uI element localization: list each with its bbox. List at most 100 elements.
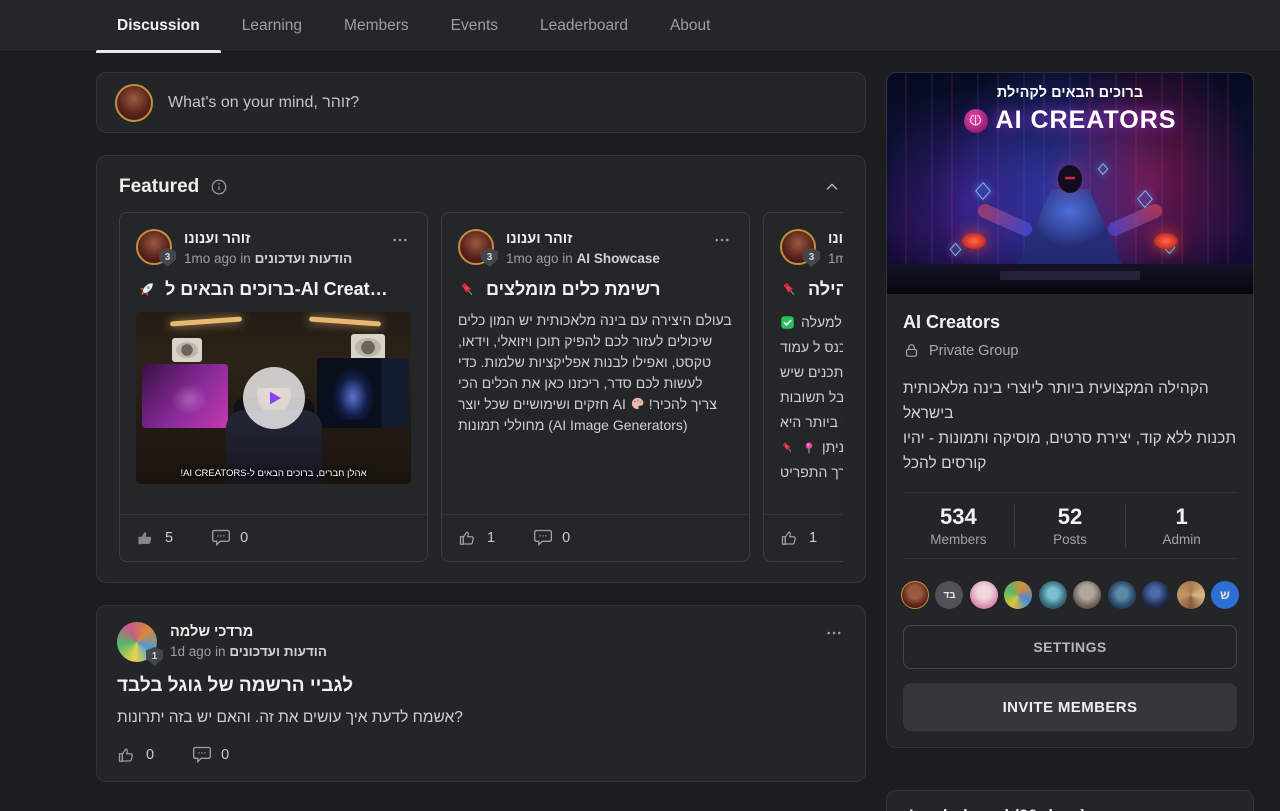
- member-avatar[interactable]: [1039, 581, 1067, 609]
- post-composer[interactable]: What's on your mind, זוהר?: [96, 72, 866, 133]
- post-title[interactable]: לגביי הרשמה של גוגל בלבד: [117, 675, 845, 697]
- stat-posts[interactable]: 52 Posts: [1014, 504, 1126, 547]
- member-avatars-row: בד ש: [887, 567, 1253, 623]
- body-line: בה ביותר היא: [780, 410, 843, 435]
- author-avatar[interactable]: 1: [117, 622, 157, 662]
- banner-welcome-text: ברוכים הבאים לקהילת: [887, 85, 1253, 101]
- post-meta: 1d ago in הודעות ועדכונים: [170, 642, 810, 661]
- card-title-text: קהילה: [808, 279, 843, 300]
- author-name[interactable]: זוהר וענונו: [184, 229, 377, 249]
- member-avatar[interactable]: [1142, 581, 1170, 609]
- member-avatar[interactable]: [1108, 581, 1136, 609]
- play-button-icon[interactable]: [243, 367, 305, 429]
- card-menu-dots-icon[interactable]: [389, 229, 411, 251]
- featured-card-tools[interactable]: 3 זוהר וענונו 1mo ago in AI Showcase רשי…: [441, 212, 750, 562]
- card-title: ברוכים הבאים ל-AI Creat…: [136, 279, 411, 300]
- settings-button[interactable]: SETTINGS: [903, 625, 1237, 669]
- card-title: רשימת כלים מומלצים: [458, 279, 733, 300]
- body-line: למעלה ?: [801, 310, 843, 335]
- level-badge: 3: [159, 248, 176, 267]
- member-avatar[interactable]: [1073, 581, 1101, 609]
- like-count: 0: [146, 747, 154, 763]
- featured-header: Featured: [119, 176, 843, 198]
- post-category[interactable]: AI Showcase: [577, 251, 660, 266]
- body-line: ניתן: [822, 435, 843, 460]
- stat-admins[interactable]: 1 Admin: [1125, 504, 1237, 547]
- card-title: קהילה: [780, 279, 843, 300]
- pushpin-icon: [458, 280, 478, 300]
- author-avatar[interactable]: 3: [780, 229, 816, 265]
- tab-leaderboard[interactable]: Leaderboard: [519, 0, 649, 52]
- invite-members-button[interactable]: INVITE MEMBERS: [903, 683, 1237, 731]
- comment-button[interactable]: 0: [211, 528, 248, 548]
- feed-post[interactable]: 1 מרדכי שלמה 1d ago in הודעות ועדכונים ל…: [96, 605, 866, 782]
- like-count: 1: [809, 530, 817, 546]
- stat-members[interactable]: 534 Members: [903, 504, 1014, 547]
- tab-about-label: About: [670, 17, 711, 35]
- body-line: התכנים שיש: [780, 360, 843, 385]
- comment-count: 0: [221, 747, 229, 763]
- keyboard: [1000, 271, 1140, 280]
- stat-value: 1: [1126, 504, 1237, 530]
- featured-card-community[interactable]: 3 זוהר וענונו 1mo ago in הודעות ועדכונים…: [763, 212, 843, 562]
- card-menu-dots-icon[interactable]: [711, 229, 733, 251]
- video-caption: אהלן חברים, ברוכים הבאים ל-AI CREATORS!: [136, 468, 411, 479]
- post-meta: 1mo ago in הודעות ועדכונים: [184, 249, 377, 268]
- group-stats: 534 Members 52 Posts 1 Admin: [903, 492, 1237, 559]
- tab-learning[interactable]: Learning: [221, 0, 323, 52]
- post-menu-dots-icon[interactable]: [823, 622, 845, 644]
- member-avatar[interactable]: [901, 581, 929, 609]
- nav-tabs: Discussion Learning Members Events Leade…: [96, 0, 1280, 52]
- comment-button[interactable]: 0: [192, 745, 229, 765]
- composer-prompt: What's on your mind, זוהר?: [168, 94, 359, 112]
- info-icon[interactable]: [208, 176, 230, 198]
- author-name[interactable]: זוהר וענונו: [506, 229, 699, 249]
- body-line: קבל תשובות: [780, 385, 843, 410]
- group-banner-image[interactable]: ברוכים הבאים לקהילת AI CREATORS: [887, 73, 1253, 294]
- member-avatar-initials[interactable]: ש: [1211, 581, 1239, 609]
- member-avatar-initials[interactable]: בד: [935, 581, 963, 609]
- post-time: 1mo ago in: [828, 251, 843, 266]
- video-thumbnail[interactable]: אהלן חברים, ברוכים הבאים ל-AI CREATORS!: [136, 312, 411, 484]
- figure-hand: [1154, 233, 1178, 249]
- tab-about[interactable]: About: [649, 0, 732, 52]
- monitor-right: [317, 358, 409, 428]
- description-line: הקהילה המקצועית ביותר ליוצרי בינה מלאכות…: [903, 376, 1237, 426]
- speaker: [351, 334, 385, 361]
- member-avatar[interactable]: [1177, 581, 1205, 609]
- featured-section: Featured 3 זוהר וענונו 1mo ago in הוד: [96, 155, 866, 583]
- banner-brand-text: AI CREATORS: [996, 106, 1177, 135]
- like-button[interactable]: 1: [780, 528, 817, 548]
- body-line: היכנס ל עמוד: [780, 335, 843, 360]
- member-avatar[interactable]: [970, 581, 998, 609]
- tab-discussion[interactable]: Discussion: [96, 0, 221, 52]
- like-button[interactable]: 1: [458, 528, 495, 548]
- studio-light: [309, 316, 381, 326]
- round-pin-icon: [802, 441, 816, 455]
- figure-head: [1058, 165, 1082, 193]
- main-feed: What's on your mind, זוהר? Featured 3: [96, 72, 866, 782]
- like-button[interactable]: 5: [136, 528, 173, 548]
- featured-title: Featured: [119, 176, 199, 198]
- featured-card-welcome[interactable]: 3 זוהר וענונו 1mo ago in הודעות ועדכונים…: [119, 212, 428, 562]
- comment-count: 0: [562, 530, 570, 546]
- author-avatar[interactable]: 3: [458, 229, 494, 265]
- post-category[interactable]: הודעות ועדכונים: [255, 251, 353, 266]
- body-text: בעולם היצירה עם בינה מלאכותית יש המון כל…: [458, 312, 732, 412]
- author-name[interactable]: זוהר וענונו: [828, 229, 843, 249]
- author-name[interactable]: מרדכי שלמה: [170, 622, 810, 642]
- stat-label: Members: [903, 532, 1014, 547]
- member-avatar[interactable]: [1004, 581, 1032, 609]
- tab-events[interactable]: Events: [430, 0, 519, 52]
- author-avatar[interactable]: 3: [136, 229, 172, 265]
- monitor-left: [142, 364, 228, 428]
- collapse-chevron-up-icon[interactable]: [821, 176, 843, 198]
- comment-button[interactable]: 0: [533, 528, 570, 548]
- tab-members[interactable]: Members: [323, 0, 430, 52]
- like-button[interactable]: 0: [117, 745, 154, 765]
- post-category[interactable]: הודעות ועדכונים: [229, 644, 327, 659]
- figure-hand: [962, 233, 986, 249]
- like-count: 1: [487, 530, 495, 546]
- check-icon: [780, 315, 795, 330]
- card-title-text: רשימת כלים מומלצים: [486, 279, 661, 300]
